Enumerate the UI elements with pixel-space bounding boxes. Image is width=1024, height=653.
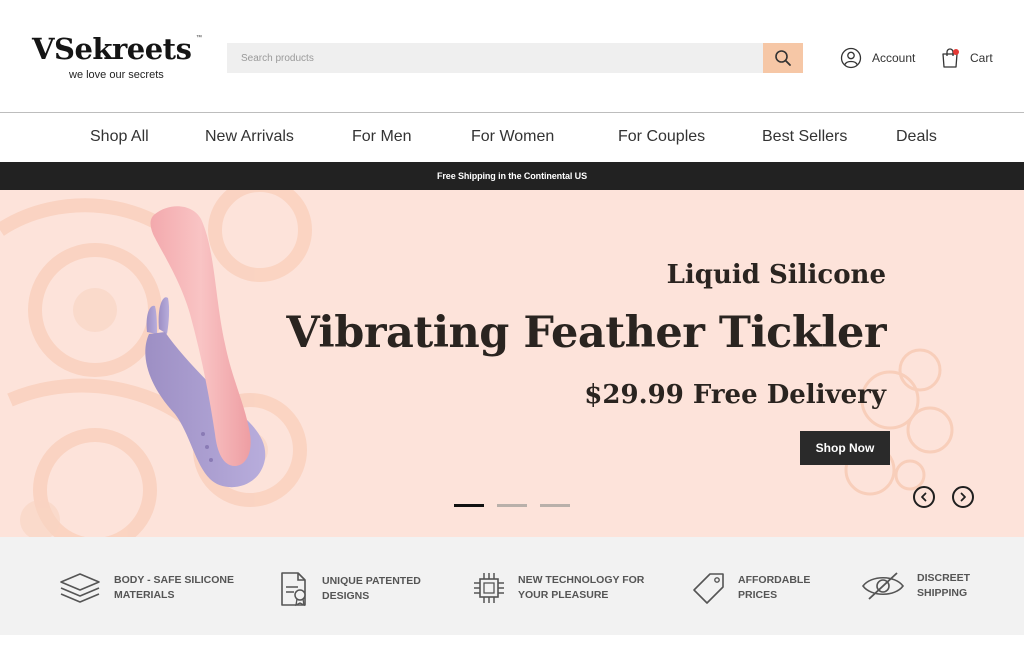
search-bar	[227, 43, 803, 73]
announcement-text: Free Shipping in the Continental US	[436, 171, 587, 181]
search-input[interactable]	[227, 43, 763, 73]
layers-icon	[60, 573, 100, 603]
brand-tagline: we love our secrets	[69, 69, 164, 81]
brand-logo[interactable]: VSekreets ™ we love our secrets	[32, 33, 207, 85]
site-header: VSekreets ™ we love our secrets Account	[0, 0, 1024, 113]
tag-icon	[693, 573, 724, 604]
nav-item-shop-all[interactable]: Shop All	[90, 128, 149, 146]
document-icon	[281, 572, 306, 607]
main-nav: Shop All New Arrivals For Men For Women …	[0, 113, 1024, 162]
hero-price: $29.99 Free Delivery	[584, 380, 886, 410]
announcement-bar: Free Shipping in the Continental US	[0, 162, 1024, 190]
feature-discreet: DISCREET SHIPPING	[861, 571, 970, 601]
account-label: Account	[872, 51, 916, 65]
nav-item-for-men[interactable]: For Men	[352, 128, 412, 146]
chevron-right-icon	[960, 492, 966, 502]
nav-item-for-women[interactable]: For Women	[471, 128, 554, 146]
search-button[interactable]	[763, 43, 803, 73]
hero-title: Vibrating Feather Tickler	[286, 308, 886, 358]
chevron-left-icon	[921, 492, 927, 502]
search-icon	[775, 50, 791, 66]
cart-badge	[953, 49, 959, 55]
feature-text: AFFORDABLE PRICES	[738, 574, 811, 601]
slide-indicator-1[interactable]	[454, 504, 484, 507]
features-strip: BODY - SAFE SILICONE MATERIALS UNIQUE PA…	[0, 537, 1024, 635]
cart-icon-wrap	[940, 47, 960, 69]
slide-indicator-2[interactable]	[497, 504, 527, 507]
feature-text: DISCREET SHIPPING	[917, 572, 971, 599]
hero-banner: Liquid Silicone Vibrating Feather Tickle…	[0, 190, 1024, 537]
chip-icon	[474, 573, 504, 603]
trademark-mark: ™	[196, 35, 202, 41]
brand-name: VSekreets	[32, 32, 192, 66]
slide-indicator-3[interactable]	[540, 504, 570, 507]
prev-slide-button[interactable]	[913, 486, 935, 508]
cart-link[interactable]: Cart	[940, 46, 993, 70]
next-slide-button[interactable]	[952, 486, 974, 508]
feature-patented: UNIQUE PATENTED DESIGNS	[278, 571, 421, 607]
account-link[interactable]: Account	[840, 46, 915, 70]
user-icon	[840, 47, 862, 69]
product-vibrator-image	[145, 206, 266, 488]
feature-technology: NEW TECHNOLOGY FOR YOUR PLEASURE	[472, 571, 644, 605]
eye-slash-icon	[862, 572, 904, 600]
feature-text: UNIQUE PATENTED DESIGNS	[322, 575, 421, 602]
feature-text: NEW TECHNOLOGY FOR YOUR PLEASURE	[518, 574, 645, 601]
cart-label: Cart	[970, 51, 993, 65]
feature-body-safe: BODY - SAFE SILICONE MATERIALS	[58, 571, 234, 605]
nav-item-best-sellers[interactable]: Best Sellers	[762, 128, 847, 146]
feature-text: BODY - SAFE SILICONE MATERIALS	[114, 574, 234, 601]
feature-affordable: AFFORDABLE PRICES	[692, 571, 810, 605]
hero-subtitle: Liquid Silicone	[666, 260, 886, 290]
shop-now-button[interactable]: Shop Now	[800, 431, 890, 465]
nav-item-new-arrivals[interactable]: New Arrivals	[205, 128, 294, 146]
nav-item-deals[interactable]: Deals	[896, 128, 937, 146]
nav-item-for-couples[interactable]: For Couples	[618, 128, 705, 146]
